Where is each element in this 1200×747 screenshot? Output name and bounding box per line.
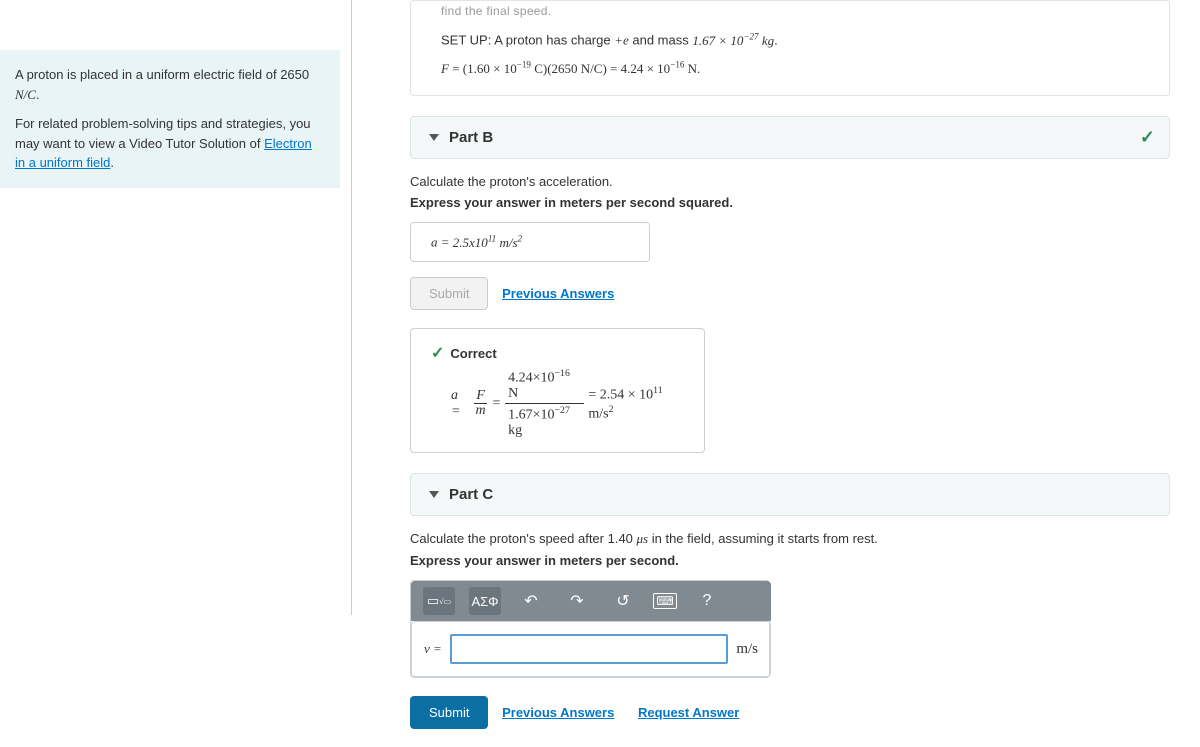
- answer-lhs: v =: [424, 641, 442, 657]
- hint-text: For related problem-solving tips and str…: [15, 114, 325, 173]
- solution-identify-box: find the final speed. SET UP: A proton h…: [410, 0, 1170, 96]
- collapse-icon: [429, 491, 439, 498]
- correct-heading: ✓Correct: [431, 343, 684, 363]
- part-b-instruction: Express your answer in meters per second…: [410, 195, 1170, 210]
- request-answer-link[interactable]: Request Answer: [628, 697, 749, 728]
- reset-icon[interactable]: ↺: [607, 587, 639, 615]
- help-icon[interactable]: ?: [691, 587, 723, 615]
- force-equation: F = (1.60 × 10−19 C)(2650 N/C) = 4.24 × …: [441, 58, 1139, 80]
- unit: N/C: [15, 87, 36, 102]
- part-c-title: Part C: [449, 486, 493, 503]
- part-c-instruction: Express your answer in meters per second…: [410, 553, 1170, 568]
- collapse-icon: [429, 134, 439, 141]
- answer-input-container: ▭√▭ ΑΣΦ ↶ ↷ ↺ ⌨ ? v = m/s: [410, 580, 770, 678]
- part-c-header[interactable]: Part C: [410, 473, 1170, 516]
- text: A proton is placed in a uniform electric…: [15, 67, 309, 82]
- check-icon: ✓: [1140, 127, 1155, 148]
- part-b-buttons: Submit Previous Answers: [410, 277, 1170, 310]
- vertical-divider: [351, 0, 352, 615]
- setup-line: SET UP: A proton has charge +e and mass …: [441, 29, 1139, 51]
- equation-toolbar: ▭√▭ ΑΣΦ ↶ ↷ ↺ ⌨ ?: [411, 581, 771, 621]
- truncated-line: find the final speed.: [441, 1, 1139, 21]
- part-c-buttons: Submit Previous Answers Request Answer: [410, 696, 1170, 729]
- part-b-header[interactable]: Part B ✓: [410, 116, 1170, 159]
- submit-button-disabled: Submit: [410, 277, 488, 310]
- part-c-body: Calculate the proton's speed after 1.40 …: [410, 531, 1170, 729]
- check-icon: ✓: [431, 345, 444, 362]
- part-c-question: Calculate the proton's speed after 1.40 …: [410, 531, 1170, 547]
- problem-text: A proton is placed in a uniform electric…: [15, 65, 325, 104]
- answer-input[interactable]: [450, 634, 729, 664]
- previous-answers-link[interactable]: Previous Answers: [492, 278, 624, 309]
- main-content: find the final speed. SET UP: A proton h…: [370, 0, 1180, 747]
- part-b-title: Part B: [449, 129, 493, 146]
- greek-tool-icon[interactable]: ΑΣΦ: [469, 587, 501, 615]
- worked-equation: a = F m = 4.24×10−16 N 1.67×10−27 kg = 2…: [451, 369, 684, 439]
- answer-unit: m/s: [736, 641, 758, 658]
- correct-feedback-box: ✓Correct a = F m = 4.24×10−16 N 1.67×10−…: [410, 328, 705, 454]
- previous-answers-link[interactable]: Previous Answers: [492, 697, 624, 728]
- part-b-answer-display: a = 2.5x1011 m/s2: [410, 222, 650, 261]
- templates-tool-icon[interactable]: ▭√▭: [423, 587, 455, 615]
- problem-statement-panel: A proton is placed in a uniform electric…: [0, 50, 340, 188]
- undo-icon[interactable]: ↶: [515, 587, 547, 615]
- part-b-question: Calculate the proton's acceleration.: [410, 174, 1170, 189]
- submit-button[interactable]: Submit: [410, 696, 488, 729]
- answer-input-row: v = m/s: [411, 621, 771, 677]
- redo-icon[interactable]: ↷: [561, 587, 593, 615]
- keyboard-icon[interactable]: ⌨: [653, 593, 677, 609]
- part-b-body: Calculate the proton's acceleration. Exp…: [410, 174, 1170, 453]
